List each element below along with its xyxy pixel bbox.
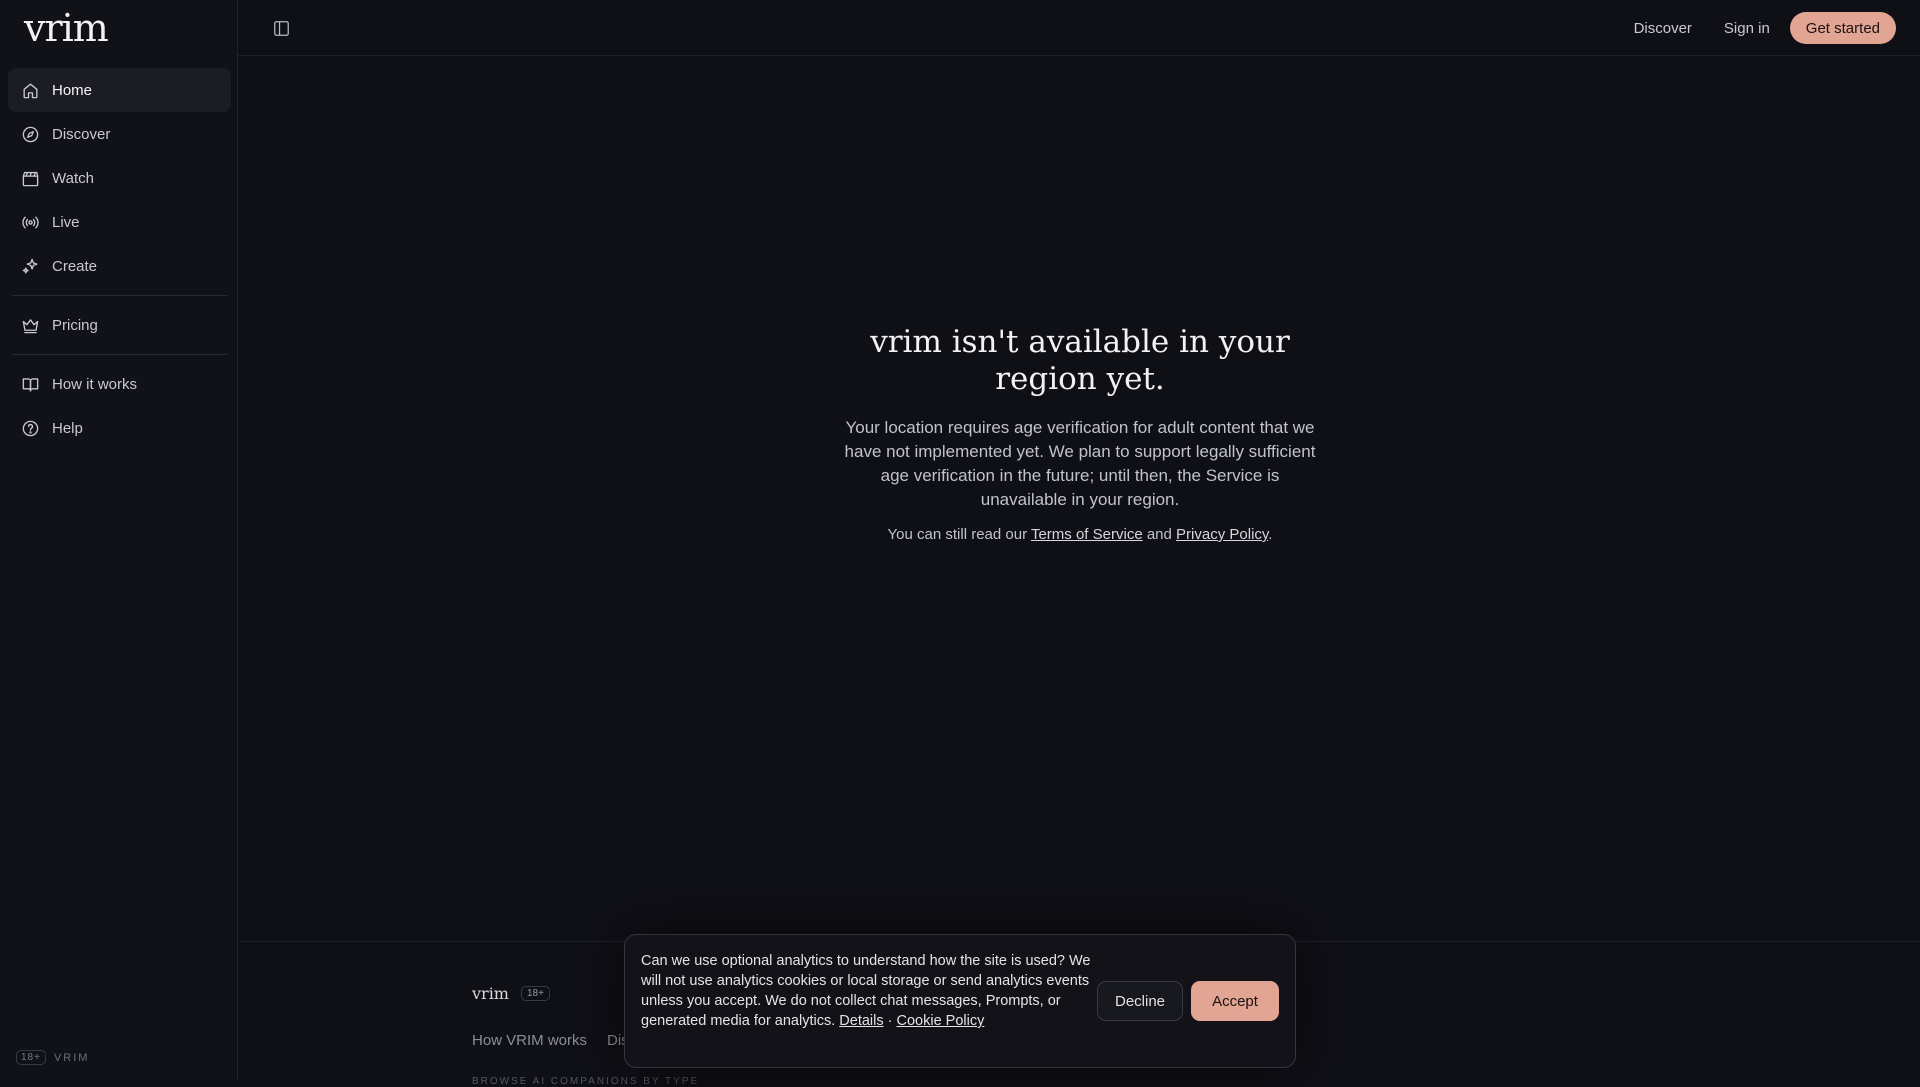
sidebar-item-live[interactable]: Live xyxy=(8,200,231,244)
footer-age-badge: 18+ xyxy=(520,986,550,1001)
topbar: Discover Sign in Get started xyxy=(238,0,1920,56)
privacy-policy-link[interactable]: Privacy Policy xyxy=(1176,526,1268,543)
nav-divider xyxy=(12,354,227,355)
home-icon xyxy=(20,80,40,100)
sidebar-footer: 18+ VRIM xyxy=(16,1050,89,1065)
legal-prefix: You can still read our xyxy=(887,526,1031,543)
sidebar-item-create[interactable]: Create xyxy=(8,244,231,288)
sidebar-toggle-button[interactable] xyxy=(270,17,292,39)
region-description: Your location requires age verification … xyxy=(844,418,1316,509)
nav-divider xyxy=(12,295,227,296)
clapperboard-icon xyxy=(20,168,40,188)
broadcast-icon xyxy=(20,212,40,232)
sidebar-item-label: Watch xyxy=(52,169,94,187)
legal-links-line: You can still read our Terms of Service … xyxy=(838,526,1322,543)
sidebar-item-label: Create xyxy=(52,257,98,275)
footer-caption: BROWSE AI COMPANIONS BY TYPE xyxy=(472,1076,700,1087)
sidebar-item-label: How it works xyxy=(52,375,138,393)
top-links: Discover Sign in Get started xyxy=(1634,12,1896,44)
footer-links: How VRIM works Dis xyxy=(472,1032,649,1049)
sidebar-item-label: Home xyxy=(52,81,93,99)
sidebar-item-watch[interactable]: Watch xyxy=(8,156,231,200)
footer-brand: vrim 18+ xyxy=(472,984,550,1003)
legal-and: and xyxy=(1142,526,1177,543)
accept-button[interactable]: Accept xyxy=(1191,981,1279,1021)
legal-suffix: . xyxy=(1268,526,1273,543)
sidebar-footer-name: VRIM xyxy=(53,1051,90,1064)
age-badge: 18+ xyxy=(16,1050,46,1065)
sidebar-nav: Home Discover Watch Live Create Pricing … xyxy=(8,68,231,450)
brand-logo[interactable]: vrim xyxy=(24,6,109,50)
sidebar-item-home[interactable]: Home xyxy=(8,68,231,112)
sidebar-item-label: Discover xyxy=(52,125,111,143)
sidebar: vrim Home Discover Watch Live Create Pri… xyxy=(0,0,238,1080)
get-started-button[interactable]: Get started xyxy=(1789,12,1896,44)
sidebar-toggle-icon xyxy=(273,20,289,36)
page-title: vrim isn't available in your region yet. xyxy=(870,324,1290,397)
sidebar-item-label: Pricing xyxy=(52,316,98,334)
sparkles-icon xyxy=(20,256,40,276)
book-icon xyxy=(20,374,40,394)
sign-in-link[interactable]: Sign in xyxy=(1724,20,1770,37)
decline-button[interactable]: Decline xyxy=(1097,981,1183,1021)
sidebar-item-label: Live xyxy=(52,213,80,231)
consent-message: Can we use optional analytics to underst… xyxy=(641,951,1091,1031)
sidebar-item-label: Help xyxy=(52,419,83,437)
sidebar-item-discover[interactable]: Discover xyxy=(8,112,231,156)
terms-of-service-link[interactable]: Terms of Service xyxy=(1031,526,1143,543)
region-unavailable-panel: vrim isn't available in your region yet.… xyxy=(838,318,1322,543)
analytics-consent-banner: Can we use optional analytics to underst… xyxy=(624,934,1296,1068)
consent-separator: · xyxy=(883,1013,897,1029)
cookie-policy-link[interactable]: Cookie Policy xyxy=(897,1013,985,1029)
footer-link-how-it-works[interactable]: How VRIM works xyxy=(472,1032,587,1049)
top-discover-link[interactable]: Discover xyxy=(1634,20,1692,37)
sidebar-item-help[interactable]: Help xyxy=(8,406,231,450)
crown-icon xyxy=(20,315,40,335)
sidebar-item-pricing[interactable]: Pricing xyxy=(8,303,231,347)
footer-logo[interactable]: vrim xyxy=(472,984,509,1003)
compass-icon xyxy=(20,124,40,144)
consent-details-link[interactable]: Details xyxy=(839,1013,883,1029)
help-circle-icon xyxy=(20,418,40,438)
sidebar-item-how-it-works[interactable]: How it works xyxy=(8,362,231,406)
